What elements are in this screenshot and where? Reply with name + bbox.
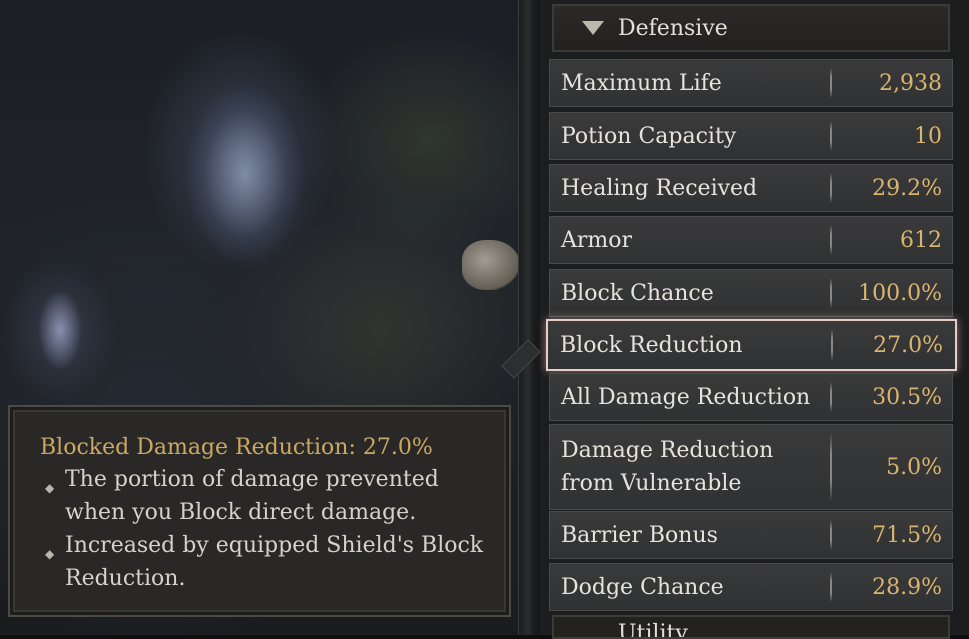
separator: [830, 121, 832, 151]
stat-value: 28.9%: [872, 574, 942, 600]
tooltip-bullet: ◆ The portion of damage prevented when y…: [45, 467, 439, 525]
separator: [830, 572, 832, 602]
wolf-creature: [462, 240, 520, 290]
stat-value: 100.0%: [858, 280, 942, 306]
section-label: Utility: [618, 621, 688, 639]
stat-name: Damage Reduction from Vulnerable: [561, 438, 774, 496]
separator: [830, 382, 832, 412]
separator: [830, 225, 832, 255]
stat-value: 612: [900, 227, 942, 253]
separator: [831, 329, 833, 361]
stat-name: Maximum Life: [561, 70, 722, 96]
stat-name: Armor: [561, 227, 633, 253]
section-header-defensive[interactable]: Defensive: [552, 4, 950, 52]
separator: [830, 433, 832, 501]
stat-name: Dodge Chance: [561, 574, 724, 600]
stat-row-block-chance[interactable]: Block Chance 100.0%: [549, 269, 953, 317]
tooltip-bullet: ◆ Increased by equipped Shield's Block R…: [45, 533, 484, 591]
stat-row-dodge-chance[interactable]: Dodge Chance 28.9%: [549, 563, 953, 611]
diamond-bullet-icon: ◆: [45, 481, 55, 495]
stat-row-healing-received[interactable]: Healing Received 29.2%: [549, 164, 953, 212]
stat-value: 27.0%: [873, 332, 943, 358]
stat-row-potion-capacity[interactable]: Potion Capacity 10: [549, 112, 953, 160]
stat-name: Barrier Bonus: [561, 522, 718, 548]
tooltip-title: Blocked Damage Reduction: 27.0%: [40, 435, 433, 460]
section-label: Defensive: [618, 15, 728, 41]
diamond-bullet-icon: ◆: [45, 547, 55, 561]
stat-value: 5.0%: [886, 454, 942, 480]
stat-row-block-reduction[interactable]: Block Reduction 27.0%: [546, 319, 957, 371]
stat-name: Block Reduction: [560, 332, 743, 358]
stat-value: 2,938: [879, 70, 942, 96]
separator: [830, 278, 832, 308]
stat-tooltip: Blocked Damage Reduction: 27.0% ◆ The po…: [8, 405, 511, 617]
stat-name: Block Chance: [561, 280, 714, 306]
stat-row-all-damage-reduction[interactable]: All Damage Reduction 30.5%: [549, 373, 953, 421]
stat-value: 30.5%: [872, 384, 942, 410]
stat-row-barrier-bonus[interactable]: Barrier Bonus 71.5%: [549, 511, 953, 559]
separator: [830, 68, 832, 98]
stat-row-maximum-life[interactable]: Maximum Life 2,938: [549, 59, 953, 107]
stat-name: Potion Capacity: [561, 123, 737, 149]
separator: [830, 520, 832, 550]
stat-name: All Damage Reduction: [561, 384, 811, 410]
stat-row-damage-reduction-from-vulnerable[interactable]: Damage Reduction from Vulnerable 5.0%: [549, 424, 953, 510]
separator: [830, 173, 832, 203]
stat-name: Healing Received: [561, 175, 758, 201]
stat-value: 71.5%: [872, 522, 942, 548]
stat-row-armor[interactable]: Armor 612: [549, 216, 953, 264]
section-header-utility[interactable]: Utility: [552, 615, 950, 639]
collapse-triangle-icon: [582, 21, 604, 35]
stat-value: 29.2%: [872, 175, 942, 201]
stat-value: 10: [914, 123, 942, 149]
